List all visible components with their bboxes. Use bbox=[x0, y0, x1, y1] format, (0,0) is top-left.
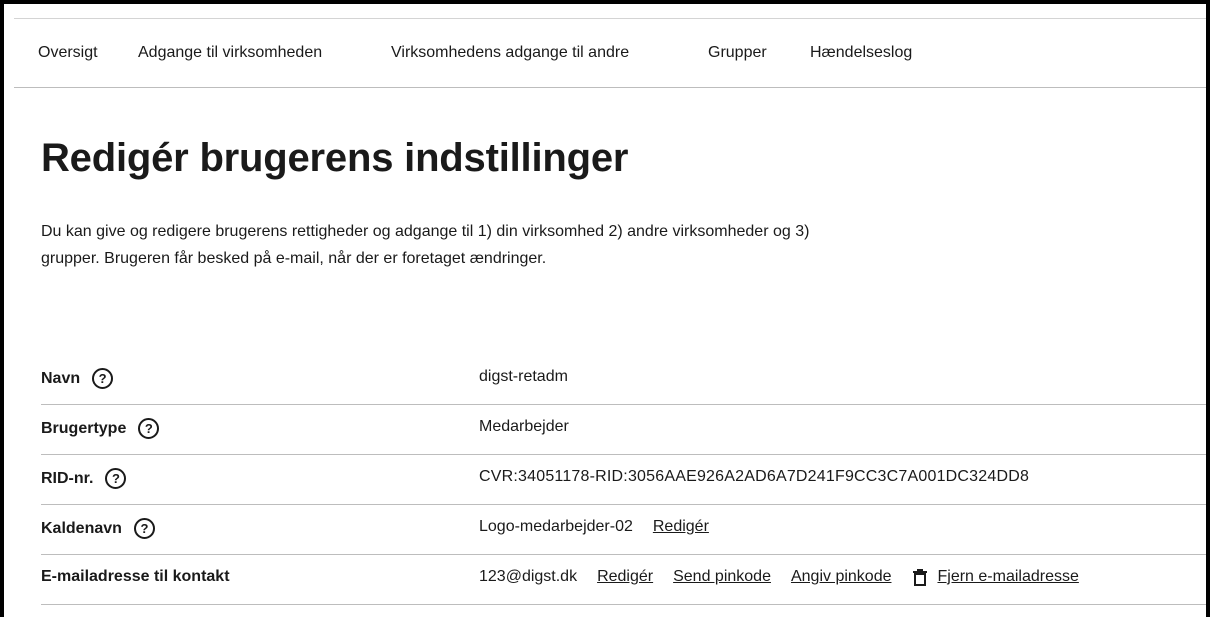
help-circle-icon[interactable]: ? bbox=[105, 468, 127, 489]
edit-email-link[interactable]: Redigér bbox=[597, 568, 653, 586]
field-value-navn: digst-retadm bbox=[479, 368, 568, 385]
field-label-navn: Navn bbox=[41, 369, 81, 387]
app-window: Oversigt Adgange til virksomheden Virkso… bbox=[0, 0, 1210, 617]
nav-item-haendelseslog[interactable]: Hændelseslog bbox=[810, 44, 912, 62]
nav-item-grupper[interactable]: Grupper bbox=[708, 44, 767, 62]
field-label-email: E-mailadresse til kontakt bbox=[41, 568, 230, 585]
help-circle-icon[interactable]: ? bbox=[133, 518, 155, 539]
nav-item-virksomhedens-adgange[interactable]: Virksomhedens adgange til andre bbox=[391, 44, 629, 62]
field-label-kaldenavn: Kaldenavn bbox=[41, 519, 122, 537]
field-label-rid-nr: RID-nr. bbox=[41, 469, 94, 487]
field-value-brugertype: Medarbejder bbox=[479, 418, 569, 435]
field-value-rid-nr: CVR:34051178-RID:3056AAE926A2AD6A7D241F9… bbox=[479, 468, 1030, 485]
help-circle-icon[interactable]: ? bbox=[92, 368, 114, 389]
top-navigation: Oversigt Adgange til virksomheden Virkso… bbox=[14, 18, 1206, 88]
field-row-rid-nr: RID-nr. ? CVR:34051178-RID:3056AAE926A2A… bbox=[41, 455, 1206, 505]
page-intro: Du kan give og redigere brugerens rettig… bbox=[41, 223, 810, 267]
angiv-pinkode-link[interactable]: Angiv pinkode bbox=[791, 568, 892, 586]
edit-kaldenavn-link[interactable]: Redigér bbox=[653, 518, 709, 536]
field-row-navn: Navn ? digst-retadm bbox=[41, 355, 1206, 405]
field-value-kaldenavn: Logo-medarbejder-02 bbox=[479, 518, 633, 535]
remove-email-link[interactable]: Fjern e-mailadresse bbox=[937, 568, 1078, 586]
nav-item-adgange-til-virksomheden[interactable]: Adgange til virksomheden bbox=[138, 44, 322, 62]
field-label-brugertype: Brugertype bbox=[41, 419, 127, 437]
send-pinkode-link[interactable]: Send pinkode bbox=[673, 568, 771, 586]
help-circle-icon[interactable]: ? bbox=[138, 418, 160, 439]
field-row-kaldenavn: Kaldenavn ? Logo-medarbejder-02 Redigér bbox=[41, 505, 1206, 555]
field-row-brugertype: Brugertype ? Medarbejder bbox=[41, 405, 1206, 455]
nav-item-oversigt[interactable]: Oversigt bbox=[38, 44, 98, 62]
field-row-email: E-mailadresse til kontakt 123@digst.dk R… bbox=[41, 555, 1206, 605]
trash-icon[interactable] bbox=[911, 568, 929, 586]
field-value-email: 123@digst.dk bbox=[479, 568, 578, 585]
page-title: Redigér brugerens indstillinger bbox=[41, 136, 629, 180]
